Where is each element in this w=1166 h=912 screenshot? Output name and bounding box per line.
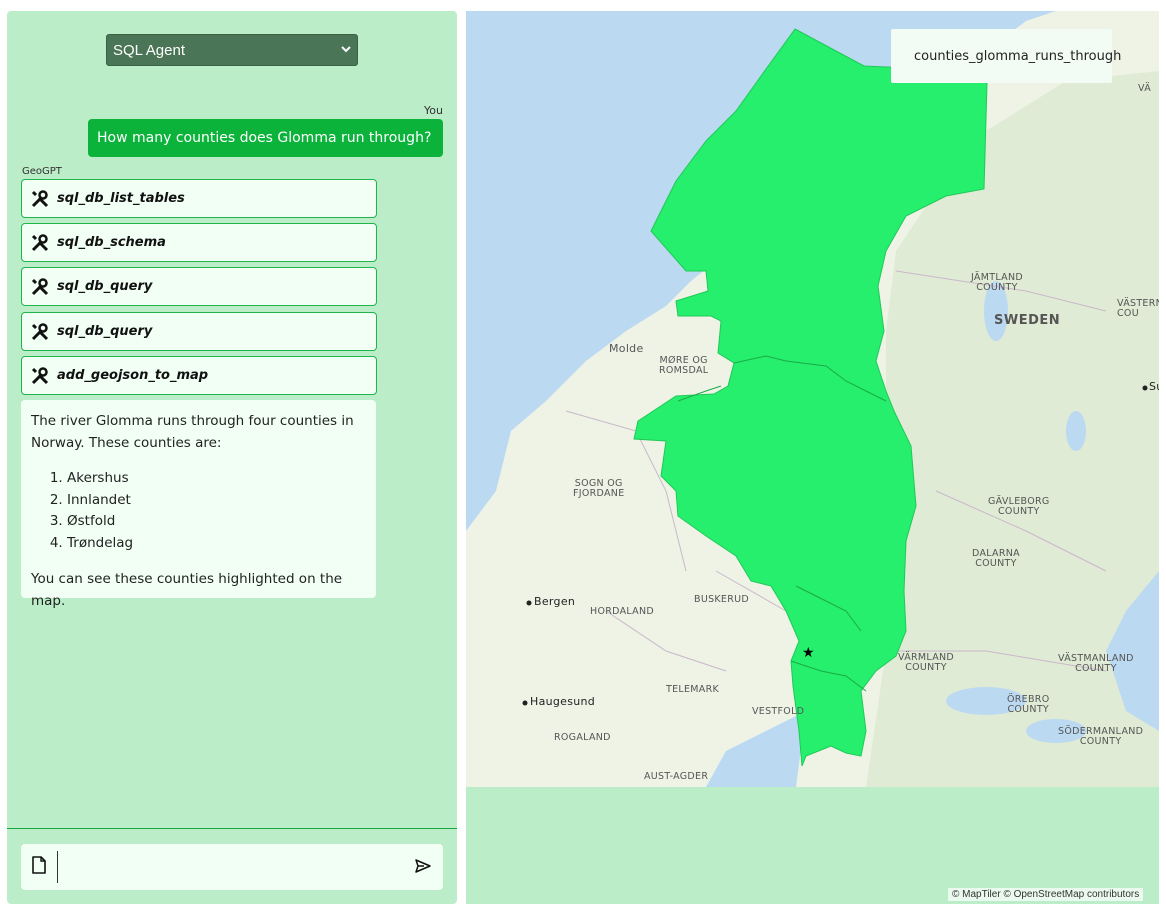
wrench-screwdriver-icon (31, 189, 49, 208)
map-label-molde: Molde (609, 342, 644, 355)
map-label-telemark: TELEMARK (666, 684, 720, 695)
wrench-screwdriver-icon (31, 366, 49, 385)
chat-panel: SQL Agent You How many counties does Glo… (7, 11, 457, 904)
list-item: Trøndelag (67, 533, 366, 555)
map-label-aust-agder: AUST-AGDER (644, 771, 709, 782)
file-icon (32, 856, 46, 878)
map-label-haugesund: Haugesund (530, 695, 596, 708)
assistant-answer: The river Glomma runs through four count… (21, 400, 376, 609)
tool-call-sql-db-query-2[interactable]: sql_db_query (21, 312, 377, 351)
city-dot (522, 700, 528, 706)
city-dot (1142, 385, 1148, 391)
map-footer-area (466, 787, 1159, 904)
message-composer (21, 844, 443, 890)
list-item: Innlandet (67, 490, 366, 512)
map-label-sweden: SWEDEN (994, 313, 1061, 328)
answer-outro: You can see these counties highlighted o… (31, 571, 343, 609)
map-attribution[interactable]: © MapTiler © OpenStreetMap contributors (948, 888, 1144, 901)
tool-call-label: sql_db_schema (57, 235, 166, 250)
assistant-sender-label: GeoGPT (22, 166, 62, 177)
map-label-hordaland: HORDALAND (590, 606, 654, 617)
tool-call-add-geojson-to-map[interactable]: add_geojson_to_map (21, 356, 377, 395)
user-message: How many counties does Glomma run throug… (88, 119, 443, 157)
map-label-rogaland: ROGALAND (554, 732, 611, 743)
map-label-vasternorrland: VÄSTERN COU (1117, 298, 1159, 319)
tool-call-sql-db-schema[interactable]: sql_db_schema (21, 223, 377, 262)
lake (1066, 411, 1086, 451)
map-label-vestfold: VESTFOLD (752, 706, 805, 717)
list-item: Østfold (67, 511, 366, 533)
capital-star-icon: ★ (802, 645, 815, 661)
user-sender-label: You (424, 104, 443, 117)
map-label-orebro: ÖREBRO COUNTY (1007, 694, 1050, 715)
tool-call-label: sql_db_list_tables (57, 191, 185, 206)
tool-call-label: sql_db_query (57, 324, 153, 339)
wrench-screwdriver-icon (31, 277, 49, 296)
county-list: Akershus Innlandet Østfold Trøndelag (31, 468, 366, 554)
map-label-buskerud: BUSKERUD (694, 594, 750, 605)
map-label-su: Su (1149, 380, 1159, 393)
chevron-down-icon (341, 44, 351, 56)
map-view[interactable]: ★ counties_glomma_runs_through SWEDEN JÄ… (466, 11, 1159, 787)
map-label-vastmanland: VÄSTMANLAND COUNTY (1058, 653, 1134, 674)
agent-selector[interactable]: SQL Agent (106, 34, 358, 66)
layer-name: counties_glomma_runs_through (914, 48, 1122, 64)
composer-divider (7, 828, 457, 829)
map-canvas: ★ (466, 11, 1159, 787)
message-input[interactable] (58, 844, 403, 890)
tool-call-label: sql_db_query (57, 279, 153, 294)
answer-intro: The river Glomma runs through four count… (31, 413, 354, 451)
map-label-sodermanland: SÖDERMANLAND COUNTY (1058, 726, 1144, 747)
map-label-jamtland: JÄMTLAND COUNTY (971, 272, 1023, 293)
wrench-screwdriver-icon (31, 233, 49, 252)
map-label-varmland: VÄRMLAND COUNTY (898, 652, 955, 673)
map-label-dalarna: DALARNA COUNTY (972, 548, 1020, 569)
app-root: SQL Agent You How many counties does Glo… (0, 0, 1166, 912)
layer-legend[interactable]: counties_glomma_runs_through (891, 29, 1121, 83)
map-label-gavleborg: GÄVLEBORG COUNTY (988, 496, 1050, 517)
list-item: Akershus (67, 468, 366, 490)
tool-call-sql-db-query[interactable]: sql_db_query (21, 267, 377, 306)
agent-selector-value: SQL Agent (113, 41, 185, 59)
wrench-screwdriver-icon (31, 322, 49, 341)
map-label-bergen: Bergen (534, 595, 576, 608)
map-label-sogn-fjordane: SOGN OG FJORDANE (573, 478, 625, 499)
send-button[interactable] (403, 844, 443, 890)
tool-call-label: add_geojson_to_map (57, 368, 209, 383)
map-label-va: VÄ (1138, 83, 1151, 94)
map-label-more-romsdal: MØRE OG ROMSDAL (659, 355, 709, 376)
tool-call-sql-db-list-tables[interactable]: sql_db_list_tables (21, 179, 377, 218)
city-dot (526, 600, 532, 606)
send-icon (415, 858, 431, 877)
attach-file-button[interactable] (21, 844, 57, 890)
